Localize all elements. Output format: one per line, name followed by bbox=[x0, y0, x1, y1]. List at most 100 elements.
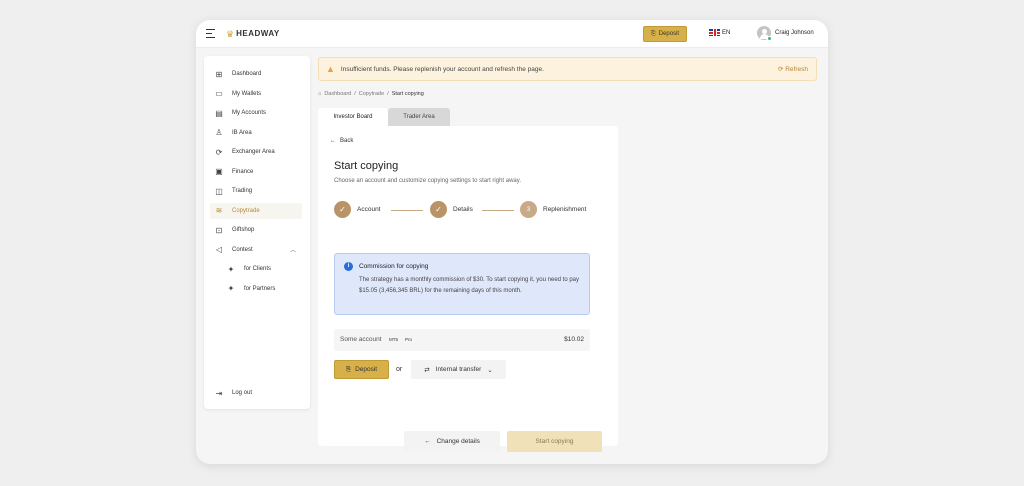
wallet-icon: ▭ bbox=[215, 89, 223, 98]
crown-icon: ♛ bbox=[226, 29, 235, 39]
step-details: ✓ Details bbox=[430, 201, 473, 218]
chevron-down-icon: ⌄ bbox=[487, 366, 493, 374]
sidebar-item-exchanger-area[interactable]: ⟳ Exchanger Area bbox=[210, 144, 302, 160]
change-details-button[interactable]: ← Change details bbox=[404, 431, 500, 452]
info-title: Commission for copying bbox=[359, 263, 429, 270]
back-button[interactable]: ← Back bbox=[330, 138, 353, 144]
logo-text: HEADWAY bbox=[236, 29, 280, 38]
platform-badge: MT5 bbox=[389, 337, 398, 342]
megaphone-icon: ◁ bbox=[215, 245, 223, 254]
step-replenishment: 3 Replenishment bbox=[520, 201, 586, 218]
breadcrumb: ⌂ Dashboard / Copytrade / Start copying bbox=[318, 91, 424, 97]
info-icon: i bbox=[344, 262, 353, 271]
warning-icon: ▲ bbox=[326, 64, 335, 74]
start-copying-button[interactable]: Start copying bbox=[507, 431, 602, 452]
sidebar-item-label: for Clients bbox=[244, 266, 272, 272]
language-selector[interactable]: EN bbox=[709, 29, 730, 36]
sparkle-icon: ✦ bbox=[227, 284, 235, 293]
accounts-icon: ▤ bbox=[215, 108, 223, 118]
sidebar-item-label: for Partners bbox=[244, 285, 276, 292]
step-label: Details bbox=[453, 206, 473, 213]
sidebar-item-for-partners[interactable]: ✦ for Partners bbox=[222, 281, 302, 297]
step-label: Account bbox=[357, 206, 381, 213]
step-connector bbox=[482, 210, 514, 211]
sidebar-item-for-clients[interactable]: ✦ for Clients bbox=[222, 261, 302, 277]
or-separator: or bbox=[396, 366, 403, 373]
step-number: 3 bbox=[520, 201, 537, 218]
tab-investor-board[interactable]: Investor Board bbox=[318, 108, 388, 126]
header-deposit-button[interactable]: ⎘ Deposit bbox=[643, 26, 687, 42]
account-row: Some account MT5 Pro $10.02 bbox=[334, 329, 590, 351]
transfer-label: Internal transfer bbox=[435, 366, 482, 373]
arrow-left-icon: ← bbox=[330, 138, 336, 144]
sidebar-item-finance[interactable]: ▣ Finance bbox=[210, 164, 302, 180]
deposit-button[interactable]: ⎘ Deposit bbox=[334, 360, 389, 379]
breadcrumb-current: Start copying bbox=[391, 91, 424, 97]
progress-stepper: ✓ Account ✓ Details 3 Replenishment bbox=[334, 200, 594, 220]
gift-icon: ⊡ bbox=[215, 225, 223, 235]
sidebar-item-label: My Wallets bbox=[232, 90, 262, 97]
deposit-icon: ⎘ bbox=[345, 365, 352, 373]
sidebar-item-dashboard[interactable]: ⊞ Dashboard bbox=[210, 66, 302, 82]
tab-trader-area[interactable]: Trader Area bbox=[388, 108, 450, 126]
step-connector bbox=[391, 210, 423, 211]
breadcrumb-dashboard[interactable]: Dashboard bbox=[324, 91, 351, 97]
sidebar-item-label: Contest bbox=[232, 246, 253, 253]
sidebar-item-my-wallets[interactable]: ▭ My Wallets bbox=[210, 86, 302, 102]
sidebar-item-label: Dashboard bbox=[232, 71, 262, 77]
sidebar-item-trading[interactable]: ◫ Trading bbox=[210, 183, 302, 199]
page-subtitle: Choose an account and customize copying … bbox=[334, 178, 521, 184]
back-label: Back bbox=[340, 138, 354, 144]
step-label: Replenishment bbox=[543, 206, 587, 213]
logo[interactable]: ♛ HEADWAY bbox=[226, 28, 280, 40]
sidebar-item-label: Finance bbox=[232, 168, 254, 175]
sidebar-item-label: My Accounts bbox=[232, 110, 267, 116]
user-name: Craig Johnson bbox=[775, 30, 814, 36]
refresh-label: Refresh bbox=[785, 66, 808, 73]
sidebar-item-copytrade[interactable]: ≋ Copytrade bbox=[210, 202, 302, 219]
internal-transfer-dropdown[interactable]: ⇄ Internal transfer ⌄ bbox=[411, 360, 506, 379]
check-icon: ✓ bbox=[430, 201, 447, 218]
logout-icon: ⇥ bbox=[215, 388, 223, 398]
finance-icon: ▣ bbox=[215, 167, 223, 176]
chevron-up-icon: ︿ bbox=[289, 248, 296, 254]
copytrade-icon: ≋ bbox=[215, 206, 223, 215]
app-window: ♛ HEADWAY ⎘ Deposit EN Craig Johnson ⊞ Da… bbox=[196, 20, 828, 464]
sidebar-item-giftshop[interactable]: ⊡ Giftshop bbox=[210, 222, 302, 238]
tab-bar: Investor Board Trader Area bbox=[318, 108, 450, 126]
breadcrumb-separator: / bbox=[387, 91, 389, 97]
sidebar-item-label: Copytrade bbox=[232, 207, 260, 214]
page-title: Start copying bbox=[334, 160, 399, 172]
commission-info-box: i Commission for copying The strategy ha… bbox=[334, 253, 590, 315]
start-copying-card: ← Back Start copying Choose an account a… bbox=[318, 126, 618, 452]
deposit-label: Deposit bbox=[355, 366, 378, 373]
logout-button[interactable]: ⇥ Log out bbox=[210, 385, 302, 401]
sidebar-item-ib-area[interactable]: ♙ IB Area bbox=[210, 125, 302, 141]
sidebar: ⊞ Dashboard ▭ My Wallets ▤ My Accounts ♙ IB … bbox=[204, 56, 310, 409]
hamburger-menu-icon[interactable] bbox=[206, 29, 215, 38]
transfer-arrows-icon: ⇄ bbox=[424, 366, 430, 374]
insufficient-funds-banner: ▲ Insufficient funds. Please replenish y… bbox=[318, 57, 817, 81]
change-details-label: Change details bbox=[436, 438, 480, 445]
sparkle-icon: ✦ bbox=[227, 264, 235, 274]
sidebar-item-label: Exchanger Area bbox=[232, 149, 275, 155]
sidebar-item-my-accounts[interactable]: ▤ My Accounts bbox=[210, 105, 302, 121]
grid-icon: ⊞ bbox=[215, 69, 223, 79]
check-icon: ✓ bbox=[334, 201, 351, 218]
account-balance: $10.02 bbox=[564, 336, 584, 343]
home-icon[interactable]: ⌂ bbox=[318, 91, 321, 97]
user-menu[interactable]: Craig Johnson bbox=[757, 26, 814, 41]
account-name: Some account bbox=[340, 336, 382, 343]
breadcrumb-copytrade[interactable]: Copytrade bbox=[359, 91, 384, 97]
arrow-left-icon: ← bbox=[424, 438, 431, 445]
logout-label: Log out bbox=[232, 390, 253, 396]
language-label: EN bbox=[722, 29, 731, 36]
exchange-icon: ⟳ bbox=[215, 147, 223, 157]
sidebar-item-label: Trading bbox=[232, 188, 253, 194]
refresh-button[interactable]: ⟳ Refresh bbox=[778, 65, 808, 73]
chart-icon: ◫ bbox=[215, 186, 223, 196]
header-deposit-label: Deposit bbox=[658, 31, 680, 37]
uk-flag-icon bbox=[709, 29, 720, 36]
sidebar-item-contest[interactable]: ◁ Contest ︿ bbox=[210, 242, 302, 258]
account-type-badge: Pro bbox=[405, 337, 413, 342]
